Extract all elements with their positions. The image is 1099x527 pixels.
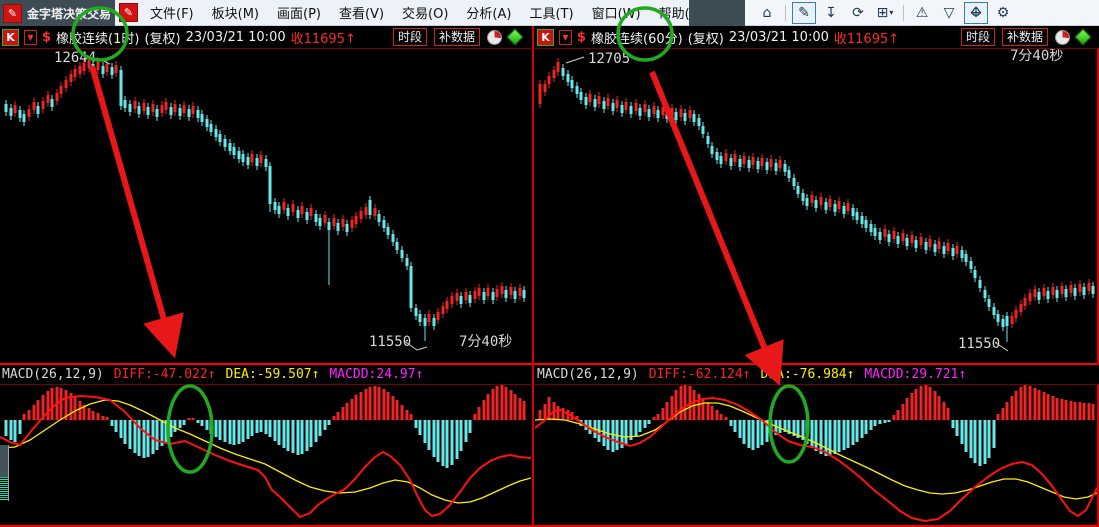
- menu-交易O[interactable]: 交易(O): [394, 0, 456, 25]
- settings-gear-icon[interactable]: ⚙: [991, 2, 1015, 24]
- adjust-flag: (复权): [687, 31, 724, 47]
- countdown-label: 7分40秒: [1010, 48, 1063, 64]
- countdown-label: 7分40秒: [459, 334, 512, 350]
- menu-分析A[interactable]: 分析(A): [458, 0, 519, 25]
- peak-price-label: 12705: [588, 51, 630, 67]
- dea-value: DEA:-76.984↑: [760, 367, 855, 382]
- callout-line: [565, 56, 585, 64]
- menubar: ✎ 文件(F) 板块(M) 画面(P) 查看(V) 交易(O) 分析(A) 工具(T) 窗口(…: [115, 0, 773, 26]
- bar-datetime: 23/03/21 10:00: [185, 29, 286, 45]
- period-button[interactable]: 时段: [392, 28, 427, 46]
- ktype-box[interactable]: K: [2, 28, 19, 46]
- diff-value: DIFF:-62.124↑: [648, 367, 751, 382]
- panel-right: 12705 11550 7分40秒: [534, 48, 1098, 523]
- macdd-value: MACDD:24.97↑: [329, 367, 424, 382]
- macd-bars-left: [4, 385, 526, 468]
- menu-文件F[interactable]: 文件(F): [142, 0, 202, 25]
- toolbar: ⌂ ✎ ↧ ⟳ ⊞ ▾ ⚠ ▽ ↔ ↕ ⚙: [745, 0, 1099, 26]
- menu-查看V[interactable]: 查看(V): [331, 0, 392, 25]
- instrument-icon: $: [577, 29, 587, 45]
- menu-窗口W[interactable]: 窗口(W): [584, 0, 649, 25]
- sync-refresh-icon[interactable]: ⟳: [846, 2, 870, 24]
- instrument-title: 橡胶连续(1时): [56, 31, 140, 47]
- instrument-title: 橡胶连续(60分): [591, 31, 683, 47]
- filter-icon[interactable]: ▽: [937, 2, 961, 24]
- clock-icon: [487, 29, 502, 45]
- status-diamond-icon: [506, 28, 524, 46]
- macd-title: MACD(26,12,9): [2, 367, 104, 382]
- macd-bars-right: [538, 384, 1095, 466]
- diff-value: DIFF:-47.022↑: [113, 367, 216, 382]
- download-data-icon[interactable]: ↧: [819, 2, 843, 24]
- trading-app-window: 12644 11550 7分40秒 12705 11550 7分40秒 ✎ 金字塔决策交易…: [0, 0, 1099, 527]
- candles-right: [538, 58, 1095, 342]
- layout-grid-icon[interactable]: ⊞ ▾: [873, 2, 897, 24]
- menu-工具T[interactable]: 工具(T): [521, 0, 581, 25]
- instrument-icon: $: [42, 29, 52, 45]
- candles-left: [4, 56, 526, 341]
- draw-pencil-icon[interactable]: ✎: [792, 1, 816, 24]
- menu-板块M[interactable]: 板块(M): [204, 0, 267, 25]
- titlebar-spacer: [689, 0, 745, 26]
- pan-move-icon[interactable]: ↔ ↕: [964, 1, 988, 24]
- macd-title: MACD(26,12,9): [537, 367, 639, 382]
- panel-left: 12644 11550 7分40秒: [0, 50, 532, 519]
- panel-header-right: K ▼ $ 橡胶连续(60分) (复权) 23/03/21 10:00 收116…: [535, 26, 1099, 49]
- alert-icon[interactable]: ⚠: [910, 2, 934, 24]
- peak-price-label: 12644: [54, 50, 96, 66]
- toolbar-separator: [785, 4, 786, 21]
- toolbar-separator: [903, 4, 904, 21]
- macd-header-left: MACD(26,12,9) DIFF:-47.022↑ DEA:-59.507↑…: [0, 365, 531, 385]
- titlebar[interactable]: ✎ 金字塔决策交易: [0, 0, 115, 26]
- macd-header-right: MACD(26,12,9) DIFF:-62.124↑ DEA:-76.984↑…: [535, 365, 1099, 385]
- bar-datetime: 23/03/21 10:00: [728, 29, 829, 45]
- menu-items: 文件(F) 板块(M) 画面(P) 查看(V) 交易(O) 分析(A) 工具(T) 窗口(W)…: [142, 0, 712, 25]
- background-window-fragment: [0, 445, 9, 501]
- ktype-dropdown-icon[interactable]: ▼: [559, 29, 572, 45]
- dea-value: DEA:-59.507↑: [225, 367, 320, 382]
- home-icon[interactable]: ⌂: [755, 2, 779, 24]
- status-diamond-icon: [1074, 28, 1092, 46]
- fill-data-button[interactable]: 补数据: [1001, 28, 1048, 46]
- low-price-label: 11550: [369, 334, 411, 350]
- panel-divider[interactable]: [532, 26, 534, 527]
- document-icon[interactable]: ✎: [119, 3, 138, 22]
- ktype-dropdown-icon[interactable]: ▼: [24, 29, 37, 45]
- period-button[interactable]: 时段: [960, 28, 995, 46]
- window-chrome: ✎ 金字塔决策交易 ✎ 文件(F) 板块(M) 画面(P) 查看(V) 交易(O) 分析(…: [0, 0, 1099, 26]
- close-price: 收11695↑: [833, 31, 900, 47]
- low-price-label: 11550: [958, 336, 1000, 352]
- close-price: 收11695↑: [290, 31, 356, 47]
- adjust-flag: (复权): [144, 31, 181, 47]
- chart-canvas[interactable]: 12644 11550 7分40秒 12705 11550 7分40秒: [0, 0, 1099, 527]
- fill-data-button[interactable]: 补数据: [433, 28, 480, 46]
- macdd-value: MACDD:29.721↑: [864, 367, 967, 382]
- ktype-box[interactable]: K: [537, 28, 554, 46]
- menu-画面P[interactable]: 画面(P): [269, 0, 329, 25]
- fragment-stripes: [0, 477, 8, 501]
- clock-icon: [1055, 29, 1070, 45]
- app-title: 金字塔决策交易: [27, 6, 112, 21]
- panel-header-left: K ▼ $ 橡胶连续(1时) (复权) 23/03/21 10:00 收1169…: [0, 26, 531, 49]
- app-icon: ✎: [3, 3, 22, 23]
